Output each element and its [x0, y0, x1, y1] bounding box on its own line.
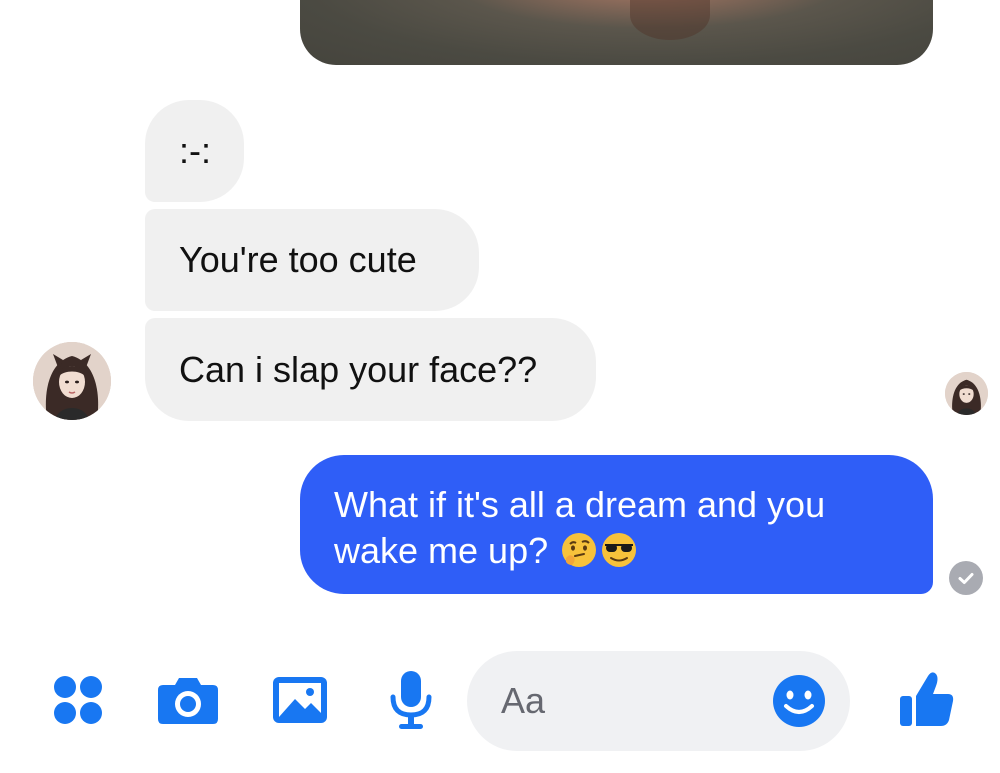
microphone-icon [390, 671, 432, 729]
message-input-placeholder: Aa [501, 680, 546, 721]
apps-grid-icon [54, 676, 102, 724]
voice-record-button[interactable] [386, 650, 436, 750]
gallery-icon [273, 677, 327, 723]
camera-button[interactable] [156, 650, 220, 750]
emoji-icon [773, 675, 825, 727]
message-line-2: wake me up? [334, 528, 899, 580]
incoming-message-3[interactable]: Can i slap your face?? [145, 318, 596, 421]
thinking-face-icon [560, 531, 598, 580]
incoming-message-1[interactable]: :-: [145, 100, 244, 202]
chat-screen: :-: You're too cute Can i slap your face… [0, 0, 1000, 773]
message-line-1: What if it's all a dream and you [334, 484, 826, 525]
message-text: :-: [179, 130, 211, 171]
sender-avatar[interactable] [33, 342, 111, 420]
seen-by-avatar [945, 372, 988, 415]
photo-shadow [630, 0, 710, 40]
gallery-button[interactable] [270, 650, 330, 750]
apps-grid-button[interactable] [48, 650, 108, 750]
message-line-2-text: wake me up? [334, 530, 549, 571]
delivered-check-icon [949, 561, 983, 595]
camera-icon [158, 678, 218, 724]
like-thumb-icon [900, 672, 954, 726]
message-text: You're too cute [179, 239, 417, 280]
message-input[interactable]: Aa [467, 651, 850, 751]
photo-message[interactable] [300, 0, 933, 65]
like-button[interactable] [894, 650, 958, 750]
sunglasses-face-icon [600, 531, 638, 580]
message-text: Can i slap your face?? [179, 348, 538, 390]
incoming-message-2[interactable]: You're too cute [145, 209, 479, 311]
outgoing-message[interactable]: What if it's all a dream and you wake me… [300, 455, 933, 594]
emoji-button[interactable] [771, 673, 827, 729]
